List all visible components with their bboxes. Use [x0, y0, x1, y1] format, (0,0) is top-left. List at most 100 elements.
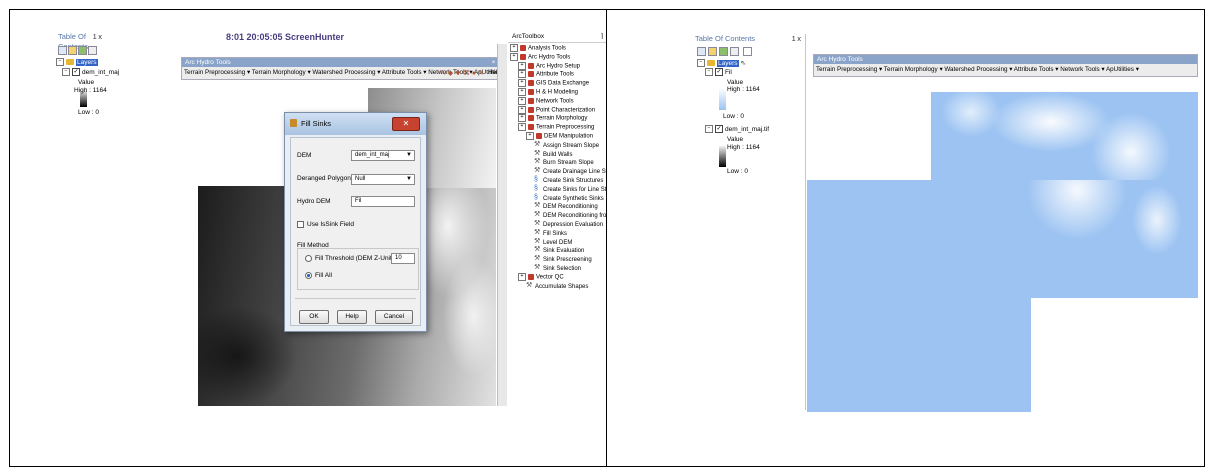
toolbox-item-label: Sink Selection: [543, 265, 582, 272]
help-button[interactable]: Help: [337, 310, 367, 324]
layer-visibility-checkbox[interactable]: ✓: [715, 68, 723, 77]
list-by-drawing-order-icon[interactable]: [697, 47, 706, 56]
toolbox-icon: [520, 45, 526, 51]
dialog-titlebar: Fill Sinks ✕: [285, 113, 426, 135]
list-by-drawing-order-icon[interactable]: [58, 46, 67, 55]
toolbar-icons[interactable]: ✎ ◆ ✚ ⌘ ● ✎: [440, 69, 484, 77]
fill-all-radio[interactable]: [305, 272, 312, 279]
expand-icon[interactable]: +: [518, 114, 526, 123]
collapse-icon[interactable]: −: [697, 59, 705, 68]
layers-node[interactable]: − Layers ⇖: [697, 59, 746, 68]
toolbox-item-label: Level DEM: [543, 239, 573, 246]
toolbox-item-label: Create Sink Structures: [543, 177, 604, 184]
list-by-selection-icon[interactable]: [730, 47, 739, 56]
collapse-icon[interactable]: −: [62, 68, 70, 77]
dem-label: DEM: [297, 152, 312, 159]
mouse-cursor-icon: ⇖: [740, 60, 746, 67]
use-issink-field-option[interactable]: Use IsSink Field: [297, 221, 354, 228]
fill-threshold-input[interactable]: 10: [391, 253, 415, 264]
expand-icon[interactable]: +: [518, 123, 526, 132]
toc-pin-close-icon[interactable]: 1 x: [91, 32, 102, 42]
fill-threshold-option[interactable]: Fill Threshold (DEM Z-Unit): [305, 255, 394, 262]
expand-icon[interactable]: +: [518, 96, 526, 105]
list-by-visibility-icon[interactable]: [719, 47, 728, 56]
toolbox-item-label: Sink Evaluation: [543, 248, 585, 255]
fil-raster-upper: [931, 92, 1198, 180]
expand-icon[interactable]: +: [518, 105, 526, 114]
toolbox-icon: [528, 80, 534, 87]
toolbox-item-label: Attribute Tools: [536, 71, 574, 78]
layers-node[interactable]: − Layers: [56, 58, 98, 67]
expand-icon[interactable]: +: [518, 272, 526, 281]
issink-checkbox[interactable]: [297, 221, 304, 228]
toolbox-item-label: Build Walls: [543, 151, 573, 158]
left-table-cell: 8:01 20:05:05 ScreenHunter Table Of Cont…: [9, 9, 607, 467]
hammer-tool-icon: ⚒: [534, 220, 541, 227]
deranged-polygon-label: Deranged Polygon: [297, 175, 351, 182]
toolbox-item-label: DEM Manipulation: [544, 133, 594, 140]
toolbox-icon: [528, 124, 534, 131]
toolbox-item[interactable]: ⚒ Accumulate Shapes: [526, 282, 588, 292]
toolbox-icon: [520, 53, 526, 60]
dem-layer-node[interactable]: − ✓ dem_int_maj: [62, 68, 119, 77]
expand-icon[interactable]: +: [526, 132, 534, 140]
layer-visibility-checkbox[interactable]: ✓: [72, 68, 80, 77]
toolbox-icon: [528, 97, 534, 104]
hydro-dem-input[interactable]: Fil: [351, 196, 415, 207]
layer-visibility-checkbox[interactable]: ✓: [715, 125, 723, 134]
map-scrollbar[interactable]: [497, 44, 507, 406]
toolbox-item-label: Analysis Tools: [528, 45, 566, 52]
list-by-source-icon[interactable]: [68, 46, 77, 55]
dem-layer-node[interactable]: − ✓ dem_int_maj.tif: [705, 125, 769, 134]
toolbar-title: Arc Hydro Tools: [182, 58, 505, 67]
dialog-app-icon: [290, 119, 297, 127]
hydro-dem-label: Hydro DEM: [297, 198, 331, 205]
arctoolbox-title: ArcToolbox: [512, 33, 545, 40]
dialog-body: DEM dem_int_maj ▼ Deranged Polygon Null ▼ …: [290, 137, 421, 326]
fill-threshold-radio[interactable]: [305, 255, 312, 262]
collapse-icon[interactable]: −: [705, 125, 713, 134]
list-by-visibility-icon[interactable]: [78, 46, 87, 55]
map-canvas[interactable]: [807, 46, 1198, 412]
toolbox-item-label: DEM Reconditioning from Stream: [543, 213, 606, 220]
toolbox-item-label: Terrain Morphology: [536, 115, 588, 122]
dialog-close-icon[interactable]: ✕: [392, 117, 420, 131]
ok-button[interactable]: OK: [299, 310, 329, 324]
collapse-icon[interactable]: −: [56, 58, 64, 67]
cancel-button[interactable]: Cancel: [375, 310, 413, 324]
collapse-icon[interactable]: −: [705, 68, 713, 77]
toolbox-icon: [528, 71, 534, 78]
chevron-down-icon: ▼: [406, 152, 412, 158]
fill-all-option[interactable]: Fill All: [305, 272, 332, 279]
toolbox-item-label: Point Characterization: [536, 107, 596, 114]
list-by-selection-icon[interactable]: [88, 46, 97, 55]
expand-icon[interactable]: +: [518, 79, 526, 88]
deranged-polygon-select[interactable]: Null ▼: [351, 174, 415, 185]
list-by-source-icon[interactable]: [708, 47, 717, 56]
expand-icon[interactable]: +: [510, 44, 518, 52]
hammer-tool-icon: ⚒: [534, 202, 541, 210]
chevron-down-icon: ▼: [406, 176, 412, 182]
toc-pin-close-icon[interactable]: 1 x: [790, 34, 801, 44]
fil-layer-node[interactable]: − ✓ Fil: [705, 68, 732, 77]
fil-raster-main: [807, 180, 1198, 298]
expand-icon[interactable]: +: [518, 61, 526, 70]
deranged-polygon-value: Null: [355, 176, 366, 182]
left-screenshot: 8:01 20:05:05 ScreenHunter Table Of Cont…: [56, 32, 606, 406]
toolbox-icon: [528, 106, 534, 113]
dem-select[interactable]: dem_int_maj ▼: [351, 150, 415, 161]
arctoolbox-pin-icon[interactable]: ⌉: [599, 32, 603, 42]
toolbar-menu[interactable]: Terrain Preprocessing ▾ Terrain Morpholo…: [816, 64, 1139, 75]
expand-icon[interactable]: +: [518, 70, 526, 79]
toolbar-title: Arc Hydro Tools: [814, 55, 1197, 64]
toolbox-icon: [528, 115, 534, 122]
toolbox-icon: [528, 62, 534, 69]
fil-high-label: High : 1164: [727, 86, 760, 93]
options-icon[interactable]: [743, 47, 752, 56]
expand-icon[interactable]: +: [510, 52, 518, 61]
toolbox-item-label: Create Sinks for Line Structure: [543, 186, 606, 193]
fill-sinks-dialog: Fill Sinks ✕ DEM dem_int_maj ▼ Deranged P…: [284, 112, 427, 332]
toolbox-item-label: Accumulate Shapes: [535, 283, 589, 290]
toolbox-item-label: H & H Modeling: [536, 89, 579, 96]
expand-icon[interactable]: +: [518, 88, 526, 96]
